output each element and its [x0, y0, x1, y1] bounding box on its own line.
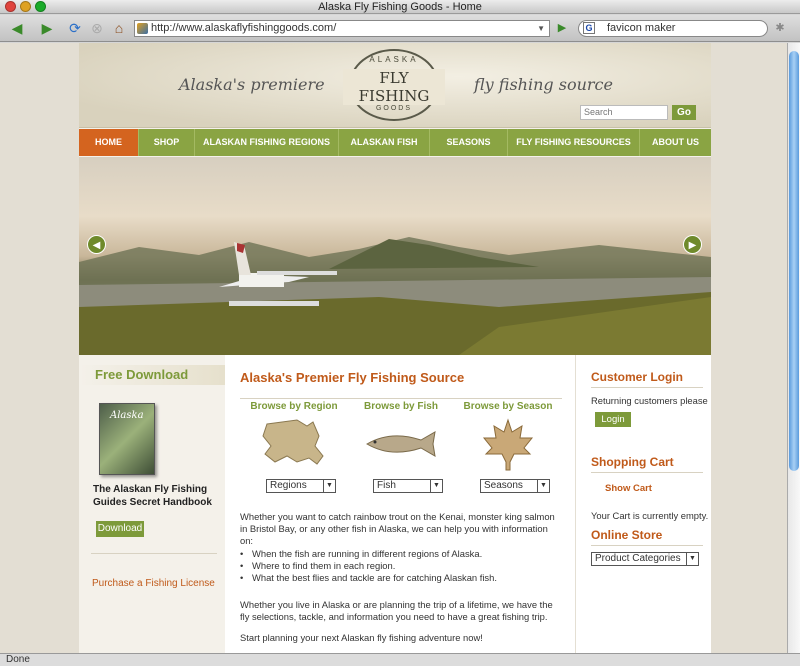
logo-main-text: FLY FISHING	[343, 69, 445, 105]
login-button[interactable]: Login	[595, 412, 631, 427]
info-list: When the fish are running in different r…	[240, 548, 562, 584]
scrollbar-thumb[interactable]	[789, 51, 799, 471]
go-arrow-icon[interactable]: ▶	[554, 19, 570, 37]
hero-landscape	[79, 237, 711, 355]
right-sidebar: Customer Login Returning customers pleas…	[575, 355, 711, 653]
search-engine-icon[interactable]: G	[583, 22, 595, 34]
chevron-down-icon: ▼	[537, 480, 549, 492]
nav-alaskan-fishing-regions[interactable]: ALASKAN FISHING REGIONS	[195, 129, 339, 156]
browser-toolbar: ◀ ▶ ⟳ ⊗ ⌂ http://www.alaskaflyfishinggoo…	[0, 15, 800, 42]
zoom-window-button[interactable]	[35, 1, 46, 12]
list-item: What the best flies and tackle are for c…	[240, 572, 562, 584]
browse-fish-label: Browse by Fish	[364, 401, 438, 412]
vertical-scrollbar[interactable]	[787, 43, 800, 653]
hero-next-arrow-icon[interactable]: ▶	[683, 235, 702, 254]
tagline-left: Alaska's premiere	[179, 75, 325, 94]
divider	[591, 545, 703, 546]
spinner-icon: ✱	[775, 22, 785, 34]
divider	[91, 553, 217, 554]
reload-icon[interactable]: ⟳	[66, 19, 84, 37]
url-dropdown-icon[interactable]: ▼	[537, 21, 545, 36]
window-titlebar: Alaska Fly Fishing Goods - Home	[0, 0, 800, 14]
favicon-icon	[137, 23, 148, 34]
main-content: Alaska's Premier Fly Fishing Source Brow…	[225, 355, 575, 653]
nav-alaskan-fish[interactable]: ALASKAN FISH	[339, 129, 430, 156]
trout-icon[interactable]	[361, 416, 441, 472]
browse-season-label: Browse by Season	[463, 401, 553, 412]
logo-top-text: ALASKA	[369, 55, 419, 64]
nav-about-us[interactable]: ABOUT US	[640, 129, 711, 156]
main-nav: HOME SHOP ALASKAN FISHING REGIONS ALASKA…	[79, 129, 711, 156]
season-select-value: Seasons	[484, 480, 523, 491]
page-viewport: Alaska's premiere ALASKA FLY FISHING GOO…	[0, 43, 787, 653]
chevron-down-icon: ▼	[323, 480, 335, 492]
product-categories-value: Product Categories	[595, 553, 681, 564]
list-item: When the fish are running in different r…	[240, 548, 562, 560]
window-title: Alaska Fly Fishing Goods - Home	[318, 1, 482, 13]
window-controls	[5, 1, 50, 16]
page-title: Alaska's Premier Fly Fishing Source	[240, 370, 465, 385]
maple-leaf-icon[interactable]	[478, 416, 538, 472]
minimize-window-button[interactable]	[20, 1, 31, 12]
chevron-down-icon: ▼	[686, 553, 698, 565]
region-select-value: Regions	[270, 480, 307, 491]
alaska-map-icon[interactable]	[257, 416, 331, 472]
site-search-input[interactable]: Search	[580, 105, 668, 120]
back-button[interactable]: ◀	[4, 19, 30, 37]
intro-paragraph: Whether you want to catch rainbow trout …	[240, 511, 555, 546]
stop-icon[interactable]: ⊗	[88, 19, 106, 37]
fish-select[interactable]: Fish ▼	[373, 479, 443, 493]
logo-bottom-text: GOODS	[375, 105, 413, 112]
browser-window: Alaska Fly Fishing Goods - Home ◀ ▶ ⟳ ⊗ …	[0, 0, 800, 666]
status-bar: Done	[0, 653, 800, 666]
browse-region-column: Browse by Region Regions ▼	[244, 401, 344, 493]
divider	[591, 472, 703, 473]
free-download-heading: Free Download	[79, 365, 225, 385]
shopping-cart-heading: Shopping Cart	[591, 455, 674, 469]
site-header: Alaska's premiere ALASKA FLY FISHING GOO…	[79, 43, 711, 128]
browse-season-column: Browse by Season Seasons ▼	[458, 401, 558, 493]
nav-fly-fishing-resources[interactable]: FLY FISHING RESOURCES	[508, 129, 640, 156]
home-icon[interactable]: ⌂	[110, 19, 128, 37]
second-paragraph: Whether you live in Alaska or are planni…	[240, 599, 553, 622]
site-search-go-button[interactable]: Go	[672, 105, 696, 120]
list-item: Where to find them in each region.	[240, 560, 562, 572]
hero-prev-arrow-icon[interactable]: ◀	[87, 235, 106, 254]
nav-home[interactable]: HOME	[79, 129, 139, 156]
fish-select-value: Fish	[377, 480, 396, 491]
browse-region-label: Browse by Region	[250, 401, 338, 412]
region-select[interactable]: Regions ▼	[266, 479, 336, 493]
chevron-down-icon: ▼	[430, 480, 442, 492]
url-text: http://www.alaskaflyfishinggoods.com/	[151, 22, 337, 34]
online-store-heading: Online Store	[591, 528, 663, 542]
cart-status: Your Cart is currently empty.	[591, 510, 709, 521]
site-logo[interactable]: ALASKA FLY FISHING GOODS	[343, 49, 445, 121]
address-bar[interactable]: http://www.alaskaflyfishinggoods.com/ ▼	[134, 20, 550, 37]
nav-shop[interactable]: SHOP	[139, 129, 195, 156]
handbook-cover-image[interactable]: Alaska	[99, 403, 155, 475]
third-paragraph: Start planning your next Alaskan fly fis…	[240, 632, 483, 643]
forward-button[interactable]: ▶	[34, 19, 60, 37]
browse-fish-column: Browse by Fish Fish ▼	[351, 401, 451, 493]
login-prompt: Returning customers please	[591, 395, 708, 406]
download-button[interactable]: Download	[96, 521, 144, 537]
close-window-button[interactable]	[5, 1, 16, 12]
site-page: Alaska's premiere ALASKA FLY FISHING GOO…	[79, 43, 711, 653]
hero-image: ◀ ▶	[79, 157, 711, 355]
season-select[interactable]: Seasons ▼	[480, 479, 550, 493]
customer-login-heading: Customer Login	[591, 370, 683, 384]
left-sidebar: Free Download Alaska The Alaskan Fly Fis…	[79, 355, 225, 653]
handbook-title: The Alaskan Fly Fishing Guides Secret Ha…	[93, 484, 212, 508]
purchase-license-link[interactable]: Purchase a Fishing License	[92, 578, 215, 589]
tagline-right: fly fishing source	[474, 75, 613, 94]
handbook-cover-title: Alaska	[110, 410, 144, 421]
divider	[591, 387, 703, 388]
browse-panel: Browse by Region Regions ▼ Browse by Fish…	[240, 398, 562, 493]
search-field-value: favicon maker	[607, 22, 676, 34]
search-field[interactable]: G favicon maker	[578, 20, 768, 37]
product-categories-select[interactable]: Product Categories ▼	[591, 552, 699, 566]
nav-seasons[interactable]: SEASONS	[430, 129, 508, 156]
show-cart-link[interactable]: Show Cart	[605, 483, 652, 494]
